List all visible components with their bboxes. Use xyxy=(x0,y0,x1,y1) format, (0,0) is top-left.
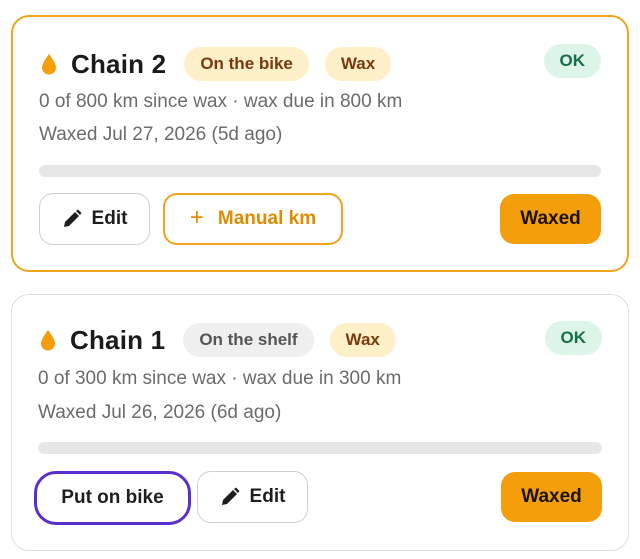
location-badge: On the shelf xyxy=(183,323,314,357)
edit-button-label: Edit xyxy=(249,486,286,507)
waxed-button[interactable]: Waxed xyxy=(500,194,601,244)
pencil-icon xyxy=(220,487,240,507)
waxed-button-label: Waxed xyxy=(521,486,582,507)
drop-icon xyxy=(41,53,57,75)
chain-card-shelf: Chain 1 On the shelf Wax OK 0 of 300 km … xyxy=(11,294,629,551)
chain-name: Chain 2 xyxy=(71,48,167,79)
waxed-button-label: Waxed xyxy=(520,208,581,229)
status-badge: OK xyxy=(544,321,602,355)
usage-text: 0 of 300 km since wax · wax due in 300 k… xyxy=(38,368,402,389)
waxed-button[interactable]: Waxed xyxy=(501,472,602,522)
manual-km-button[interactable]: + Manual km xyxy=(163,193,343,245)
edit-button-label: Edit xyxy=(91,208,128,229)
put-on-bike-button-label: Put on bike xyxy=(61,487,164,508)
chain-card-active: Chain 2 On the bike Wax OK 0 of 800 km s… xyxy=(11,15,629,272)
location-badge: On the bike xyxy=(184,47,309,81)
type-badge: Wax xyxy=(324,47,392,81)
put-on-bike-button[interactable]: Put on bike xyxy=(34,471,191,525)
wax-progress-bar xyxy=(39,165,601,177)
pencil-icon xyxy=(62,209,82,229)
manual-km-button-label: Manual km xyxy=(217,208,317,229)
chain-card-header: Chain 2 On the bike Wax xyxy=(41,47,407,81)
type-badge: Wax xyxy=(329,323,396,357)
edit-button[interactable]: Edit xyxy=(197,471,308,523)
drop-icon xyxy=(40,329,56,351)
usage-text: 0 of 800 km since wax · wax due in 800 k… xyxy=(39,91,403,112)
waxed-date-text: Waxed Jul 27, 2026 (5d ago) xyxy=(39,124,283,145)
chain-card-header: Chain 1 On the shelf Wax xyxy=(40,323,412,357)
chain-name: Chain 1 xyxy=(70,324,166,355)
wax-progress-bar xyxy=(38,442,602,454)
status-badge: OK xyxy=(543,44,601,78)
waxed-date-text: Waxed Jul 26, 2026 (6d ago) xyxy=(38,402,282,423)
plus-icon: + xyxy=(189,204,204,231)
edit-button[interactable]: Edit xyxy=(39,193,150,245)
